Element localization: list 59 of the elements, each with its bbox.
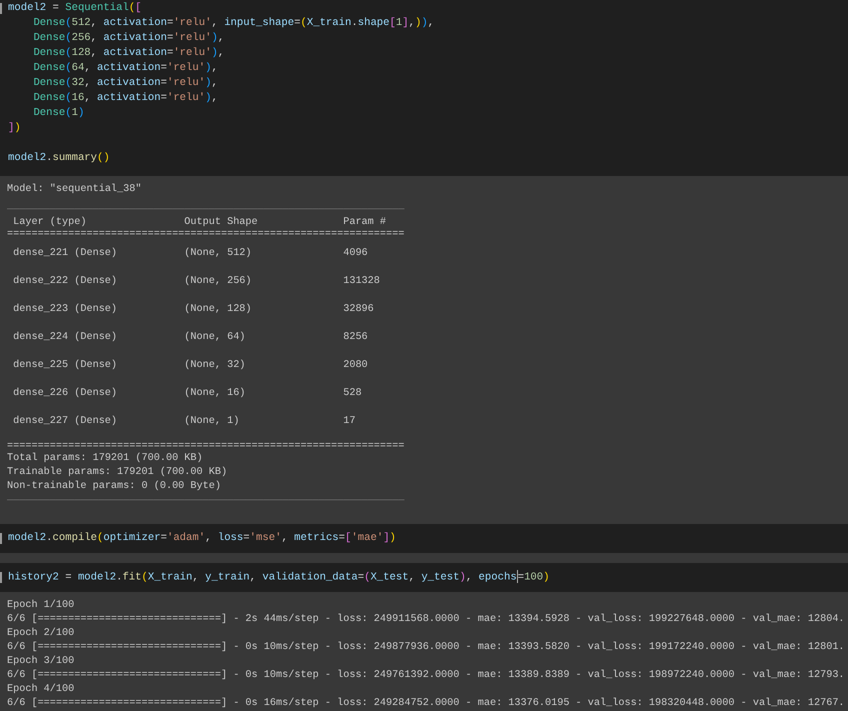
code-line: model2 = Sequential([ (8, 1, 142, 16)
params-text: Total params: 179201 (700.00 KB) (7, 452, 204, 466)
rule-line: _________________________________________________________________ (7, 203, 406, 211)
text-cursor (516, 570, 518, 583)
code-line: model2.summary() (8, 151, 110, 166)
table-cell-text: dense_226 (Dense) (13, 387, 118, 401)
params-text: Non-trainable params: 0 (0.00 Byte) (7, 480, 222, 494)
log-line: Epoch 4/100 (7, 683, 76, 698)
rule-line: _________________________________________________________________ (7, 494, 406, 502)
table-cell-text: (None, 512) (184, 247, 253, 261)
rule-line: ================================================================= (7, 442, 406, 452)
log-line: Epoch 1/100 (7, 599, 76, 614)
code-line: Dense(32, activation='relu'), (32, 76, 218, 91)
code-cell[interactable]: history2 = model2.fit(X_train, y_train, validation_data=(X_test, y_test), epochs=100) (0, 563, 848, 592)
table-cell-text: dense_225 (Dense) (13, 359, 118, 373)
cell-edge-marker (0, 533, 2, 544)
log-line: Epoch 2/100 (7, 627, 76, 642)
table-cell-text: dense_221 (Dense) (13, 247, 118, 261)
model-title-text: Model: "sequential_38" (7, 183, 142, 197)
code-cell[interactable] (0, 0, 848, 176)
table-cell-text: 528 (343, 387, 363, 401)
code-line: model2.compile(optimizer='adam', loss='mse', metrics=['mae']) (8, 531, 396, 546)
column-header: Param # (343, 216, 388, 230)
code-line: Dense(512, activation='relu', input_shape=(X_train.shape[1],)), (32, 16, 434, 31)
table-cell-text: (None, 256) (184, 275, 253, 289)
log-line: 6/6 [==============================] - 0s 10ms/step - loss: 249877936.0000 - mae: 13393.5820 - val_loss: 199172240.0000 - val_mae: 12801. (7, 641, 846, 656)
table-cell-text: dense_227 (Dense) (13, 415, 118, 429)
code-line: Dense(16, activation='relu'), (32, 91, 218, 106)
column-header: Output Shape (184, 216, 259, 230)
code-line: ]) (8, 121, 21, 136)
log-line: Epoch 3/100 (7, 655, 76, 670)
table-cell-text: (None, 32) (184, 359, 246, 373)
table-cell-text: 2080 (343, 359, 369, 373)
log-line: 6/6 [==============================] - 2s 44ms/step - loss: 249911568.0000 - mae: 13394.5928 - val_loss: 199227648.0000 - val_mae: 12804. (7, 613, 846, 628)
params-text: Trainable params: 179201 (700.00 KB) (7, 466, 228, 480)
column-header: Layer (type) (13, 216, 88, 230)
table-cell-text: dense_222 (Dense) (13, 275, 118, 289)
table-cell-text: (None, 128) (184, 303, 253, 317)
table-cell-text: 32896 (343, 303, 375, 317)
code-cell[interactable]: model2.compile(optimizer='adam', loss='mse', metrics=['mae']) (0, 524, 848, 553)
rule-line: ================================================================= (7, 230, 406, 240)
table-cell-text: 8256 (343, 331, 369, 345)
table-cell-text: 17 (343, 415, 356, 429)
table-cell-text: (None, 16) (184, 387, 246, 401)
code-line: Dense(128, activation='relu'), (32, 46, 224, 61)
cell-edge-marker (0, 572, 2, 583)
table-cell-text: 131328 (343, 275, 381, 289)
cell-edge-marker (0, 3, 2, 14)
log-line: 6/6 [==============================] - 0s 16ms/step - loss: 249284752.0000 - mae: 13376.0195 - val_loss: 198320448.0000 - val_mae: 12767. (7, 697, 846, 711)
code-line: history2 = model2.fit(X_train, y_train, validation_data=(X_test, y_test), epochs=100) (8, 570, 550, 586)
table-cell-text: 4096 (343, 247, 369, 261)
code-line: Dense(256, activation='relu'), (32, 31, 224, 46)
table-cell-text: (None, 1) (184, 415, 240, 429)
log-line: 6/6 [==============================] - 0s 10ms/step - loss: 249761392.0000 - mae: 13389.8389 - val_loss: 198972240.0000 - val_mae: 12793. (7, 669, 846, 684)
table-cell-text: (None, 64) (184, 331, 246, 345)
table-cell-text: dense_223 (Dense) (13, 303, 118, 317)
code-line: Dense(1) (32, 106, 84, 121)
table-cell-text: dense_224 (Dense) (13, 331, 118, 345)
code-line: Dense(64, activation='relu'), (32, 61, 218, 76)
